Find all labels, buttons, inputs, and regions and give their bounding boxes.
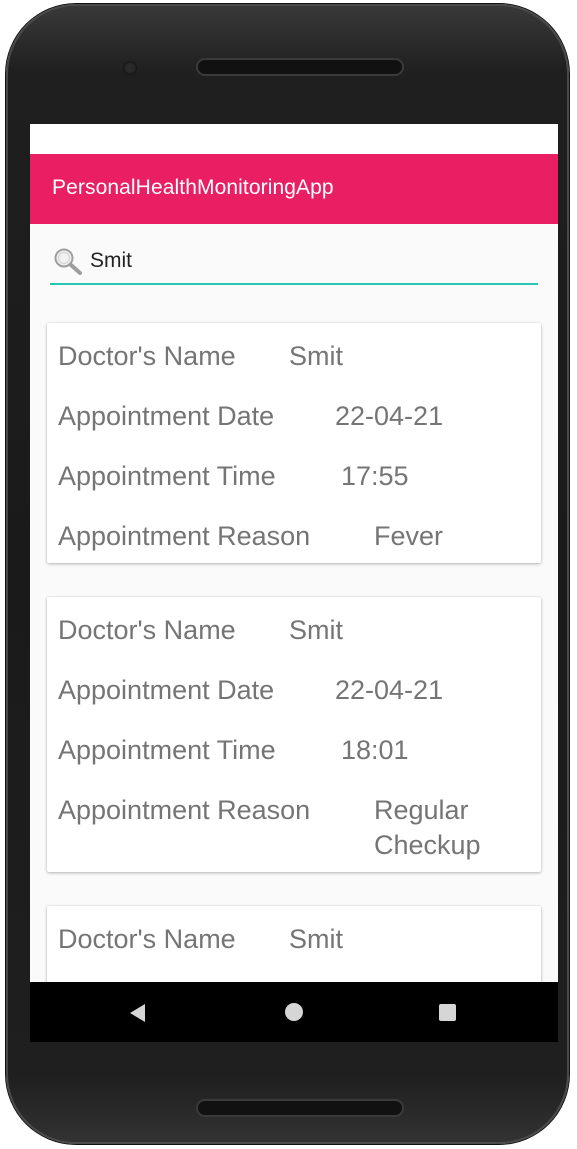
appointment-time-label: Appointment Time (58, 735, 276, 765)
appointment-time-row: Appointment Time 18:01 (58, 735, 409, 766)
appointment-card[interactable]: Doctor's Name Smit (47, 906, 541, 982)
appointment-time-value: 17:55 (341, 461, 409, 491)
top-speaker (196, 58, 404, 76)
appointment-reason-label: Appointment Reason (58, 521, 311, 551)
appointment-date-value: 22-04-21 (335, 401, 444, 431)
device-frame: PersonalHealthMonitoringApp Smit Doctor'… (0, 0, 577, 1149)
appointment-card[interactable]: Doctor's Name Smit Appointment Date 22-0… (47, 323, 541, 563)
search-icon (54, 248, 82, 275)
appointment-card[interactable]: Doctor's Name Smit Appointment Date 22-0… (47, 597, 541, 872)
appointment-reason-row: Appointment Reason Fever (58, 521, 443, 552)
search-field[interactable]: Smit (50, 241, 538, 285)
recents-icon[interactable] (439, 1004, 456, 1021)
navigation-bar (30, 982, 558, 1042)
appointment-list[interactable]: Smit Doctor's Name Smit Appointment Date… (30, 124, 558, 982)
doctor-name-row: Doctor's Name Smit (58, 924, 343, 955)
doctor-name-label: Doctor's Name (58, 615, 236, 645)
appointment-time-row: Appointment Time 17:55 (58, 461, 409, 492)
appointment-date-row: Appointment Date 22-04-21 (58, 675, 443, 706)
doctor-name-label: Doctor's Name (58, 341, 236, 371)
appointment-reason-row: Appointment Reason Regular Checkup (58, 795, 481, 860)
appointment-time-label: Appointment Time (58, 461, 276, 491)
bottom-speaker (196, 1099, 404, 1117)
search-input[interactable]: Smit (90, 249, 132, 273)
appointment-date-value: 22-04-21 (335, 675, 444, 705)
doctor-name-value: Smit (289, 615, 343, 645)
doctor-name-value: Smit (289, 341, 343, 371)
appointment-date-label: Appointment Date (58, 401, 275, 431)
appointment-reason-value: Fever (374, 521, 444, 551)
appointment-date-row: Appointment Date 22-04-21 (58, 401, 443, 432)
appointment-reason-label: Appointment Reason (58, 795, 311, 825)
appointment-reason-value: Regular Checkup (374, 795, 481, 860)
doctor-name-row: Doctor's Name Smit (58, 615, 343, 646)
home-icon[interactable] (285, 1003, 303, 1021)
screen: PersonalHealthMonitoringApp Smit Doctor'… (30, 124, 558, 1042)
back-icon[interactable] (130, 1004, 145, 1022)
doctor-name-label: Doctor's Name (58, 924, 236, 954)
doctor-name-row: Doctor's Name Smit (58, 341, 343, 372)
appointment-time-value: 18:01 (341, 735, 409, 765)
appointment-date-label: Appointment Date (58, 675, 275, 705)
front-camera (123, 61, 137, 75)
doctor-name-value: Smit (289, 924, 343, 954)
